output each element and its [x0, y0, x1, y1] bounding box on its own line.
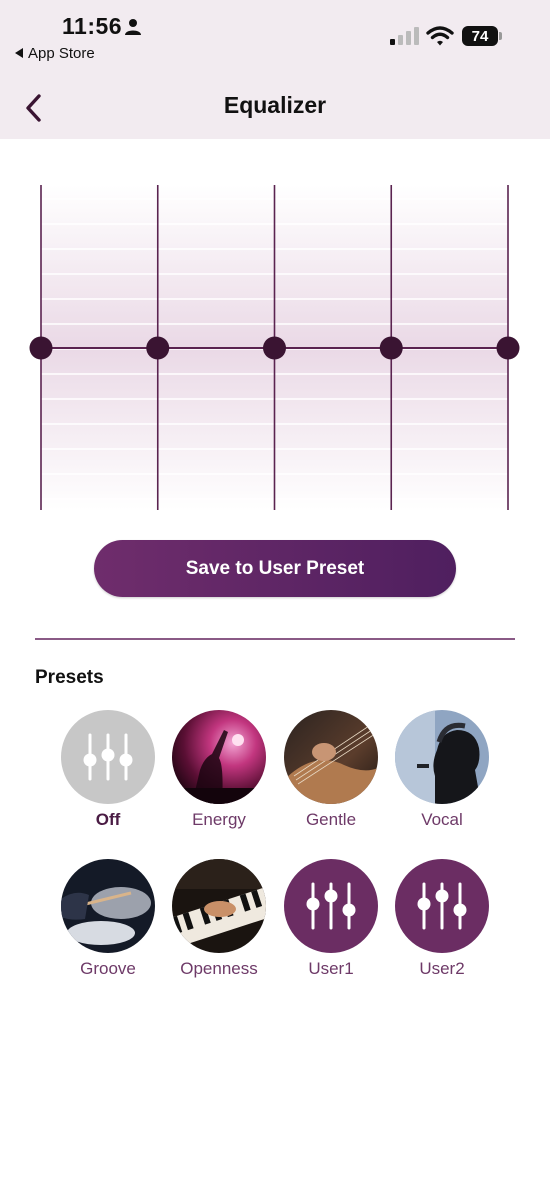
- preset-label-groove: Groove: [80, 959, 136, 978]
- preset-label-openness: Openness: [180, 959, 258, 978]
- person-icon: [125, 19, 141, 35]
- back-triangle-icon: [15, 48, 23, 58]
- wifi-icon: [426, 26, 454, 46]
- section-divider: [35, 638, 515, 640]
- equalizer-graph: [29, 185, 520, 510]
- preset-user2[interactable]: User2: [386, 859, 498, 979]
- preset-label-energy: Energy: [192, 810, 246, 829]
- eq-band-knob-3[interactable]: [263, 336, 286, 360]
- presets-title: Presets: [35, 667, 104, 688]
- preset-label-off: Off: [95, 810, 121, 829]
- preset-energy[interactable]: Energy: [163, 710, 275, 830]
- preset-label-gentle: Gentle: [305, 810, 357, 829]
- back-app-label: App Store: [28, 44, 95, 62]
- sliders-icon: [284, 859, 378, 953]
- preset-user1[interactable]: User1: [275, 859, 387, 979]
- signal-icon: [390, 27, 419, 45]
- singer-photo-icon: [395, 710, 489, 804]
- preset-label-vocal: Vocal: [421, 810, 463, 829]
- eq-band-knob-2[interactable]: [146, 336, 170, 360]
- sliders-icon: [395, 859, 489, 953]
- battery-cap: [499, 32, 502, 40]
- sliders-icon: [61, 710, 155, 804]
- preset-groove[interactable]: Groove: [52, 859, 164, 979]
- preset-label-user1: User1: [308, 959, 354, 978]
- top-bar: 11:56 App Store 74 Equalizer: [0, 0, 550, 139]
- save-to-user-preset-button[interactable]: Save to User Preset: [94, 540, 456, 597]
- page-title: Equalizer: [223, 92, 327, 118]
- status-time: 11:56: [62, 13, 123, 39]
- eq-band-knob-1[interactable]: [29, 336, 53, 360]
- concert-photo-icon: [172, 710, 266, 804]
- eq-band-knob-4[interactable]: [379, 336, 403, 360]
- preset-openness[interactable]: Openness: [163, 859, 275, 979]
- preset-gentle[interactable]: Gentle: [275, 710, 387, 830]
- guitar-photo-icon: [284, 710, 378, 804]
- eq-band-knob-5[interactable]: [496, 336, 520, 360]
- piano-photo-icon: [172, 859, 266, 953]
- back-to-app-store[interactable]: App Store: [15, 44, 95, 62]
- preset-label-user2: User2: [419, 959, 465, 978]
- preset-vocal[interactable]: Vocal: [386, 710, 498, 830]
- drums-photo-icon: [61, 859, 155, 953]
- preset-off[interactable]: Off: [52, 710, 164, 830]
- battery-indicator: 74: [462, 26, 498, 46]
